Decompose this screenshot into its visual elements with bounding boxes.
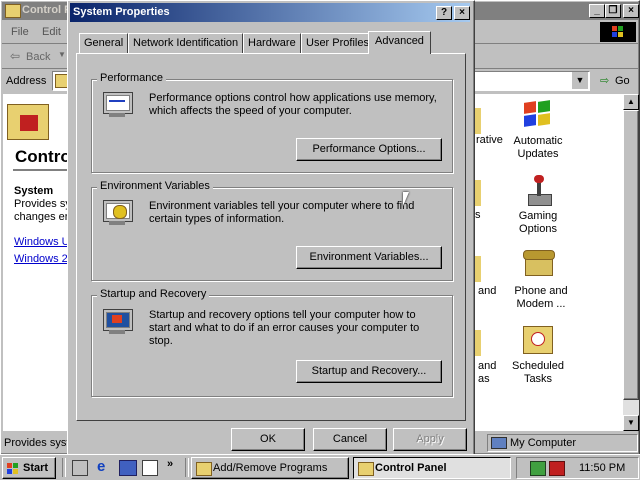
performance-group-label: Performance (97, 72, 166, 84)
menu-file[interactable]: File (11, 26, 29, 38)
performance-options-button[interactable]: Performance Options... (296, 138, 442, 161)
performance-monitor-icon (103, 92, 133, 118)
gaming-options-label[interactable]: Gaming Options (506, 210, 570, 236)
tab-advanced[interactable]: Advanced (368, 31, 431, 54)
close-button[interactable]: × (623, 4, 639, 18)
help-button[interactable]: ? (436, 6, 452, 20)
cp-title: Control P (22, 4, 72, 16)
cancel-button[interactable]: Cancel (313, 428, 387, 451)
tab-user-profiles[interactable]: User Profiles (301, 33, 374, 53)
go-button-label[interactable]: Go (615, 75, 630, 87)
automatic-updates-label[interactable]: Automatic Updates (506, 135, 570, 161)
system-tray: 11:50 PM (516, 457, 639, 479)
task-label-control-panel: Control Panel (375, 462, 447, 474)
menu-edit[interactable]: Edit (42, 26, 61, 38)
folder-icon (5, 4, 21, 18)
apply-button[interactable]: Apply (393, 428, 467, 451)
internet-explorer-icon[interactable]: e (97, 459, 105, 475)
windows-update-link[interactable]: Windows U (14, 236, 70, 248)
status-zone: My Computer (487, 434, 638, 452)
windows-update-icon[interactable] (522, 98, 554, 130)
info-line-2: changes er (14, 211, 69, 223)
back-button-label[interactable]: Back (26, 51, 50, 63)
status-text: Provides syst (4, 437, 70, 449)
partial-icon-label-1: rative (476, 134, 503, 146)
back-arrow-icon[interactable]: ⇦ (10, 49, 20, 63)
show-desktop-icon[interactable] (72, 460, 88, 476)
start-label: Start (23, 462, 49, 474)
tab-network-identification[interactable]: Network Identification (128, 33, 244, 53)
environment-variables-button[interactable]: Environment Variables... (296, 246, 442, 269)
startup-monitor-icon (103, 309, 133, 335)
ok-button[interactable]: OK (231, 428, 305, 451)
environment-description: Environment variables tell your computer… (149, 200, 415, 225)
cp-scrollbar[interactable]: ▲ ▼ (623, 94, 639, 431)
mouse-cursor (403, 192, 409, 206)
scheduled-tasks-label[interactable]: Scheduled Tasks (506, 360, 570, 386)
dialog-title: System Properties (73, 6, 170, 18)
system-properties-dialog: System Properties ? × General Network Id… (67, 0, 475, 456)
partial-icon-label-2: s (475, 209, 481, 221)
maximize-button[interactable]: ❐ (605, 4, 621, 18)
partial-icon-label-5: as (478, 373, 490, 385)
scheduled-tasks-icon[interactable] (523, 324, 553, 354)
back-dropdown-icon[interactable]: ▼ (58, 50, 66, 59)
tab-strip: General Network Identification Hardware … (76, 31, 466, 54)
phone-icon[interactable] (523, 246, 555, 278)
tab-page: Performance Performance options control … (76, 53, 466, 421)
info-title: System (14, 185, 54, 197)
partial-icon-label-4: and (478, 360, 497, 372)
startup-description: Startup and recovery options tell your c… (149, 309, 420, 347)
task-add-remove-programs[interactable]: Add/Remove Programs (191, 457, 349, 479)
task-label-add-remove: Add/Remove Programs (213, 462, 328, 474)
startup-recovery-group-label: Startup and Recovery (97, 288, 210, 300)
environment-monitor-icon (103, 200, 133, 226)
quick-launch-chevron-icon[interactable]: » (167, 458, 173, 470)
environment-variables-group-label: Environment Variables (97, 180, 213, 192)
task-control-panel[interactable]: Control Panel (353, 457, 511, 479)
cp-heading: Contro (15, 147, 71, 166)
partial-icon-label-3: and (478, 285, 497, 297)
control-panel-task-icon (358, 462, 374, 476)
scroll-down-button[interactable]: ▼ (623, 415, 639, 431)
start-windows-icon (7, 463, 19, 474)
info-line-1: Provides sy (14, 198, 71, 210)
network-tray-icon[interactable] (530, 461, 546, 476)
performance-description: Performance options control how applicat… (149, 92, 437, 117)
volume-tray-icon[interactable] (549, 461, 565, 476)
start-button[interactable]: Start (2, 457, 56, 479)
dialog-title-bar: System Properties ? × (70, 3, 470, 22)
my-computer-icon (491, 437, 507, 449)
status-zone-label: My Computer (510, 437, 577, 449)
windows-logo-icon (600, 22, 636, 42)
taskbar-separator (62, 458, 66, 477)
outlook-express-icon[interactable] (119, 460, 137, 476)
windows-2000-link[interactable]: Windows 2 (14, 253, 68, 265)
address-dropdown-button[interactable]: ▼ (571, 72, 588, 89)
clock: 11:50 PM (579, 462, 626, 474)
cp-heading-rule (13, 169, 69, 171)
scroll-thumb[interactable] (623, 110, 639, 400)
joystick-icon[interactable] (524, 174, 554, 206)
startup-and-recovery-button[interactable]: Startup and Recovery... (296, 360, 442, 383)
phone-and-modem-label[interactable]: Phone and Modem ... (506, 285, 576, 311)
dialog-close-button[interactable]: × (454, 6, 470, 20)
tab-general[interactable]: General (79, 33, 129, 53)
tab-hardware[interactable]: Hardware (243, 33, 301, 53)
minimize-button[interactable]: _ (589, 4, 605, 18)
address-label: Address (6, 75, 47, 87)
control-panel-large-icon (7, 104, 49, 140)
taskbar-separator-2 (185, 458, 189, 477)
taskbar: Start e » Add/Remove Programs Control Pa… (0, 454, 640, 480)
go-arrow-icon[interactable]: ⇨ (600, 74, 609, 87)
add-remove-programs-icon (196, 462, 212, 476)
search-icon[interactable] (142, 460, 158, 476)
scroll-up-button[interactable]: ▲ (623, 94, 639, 110)
